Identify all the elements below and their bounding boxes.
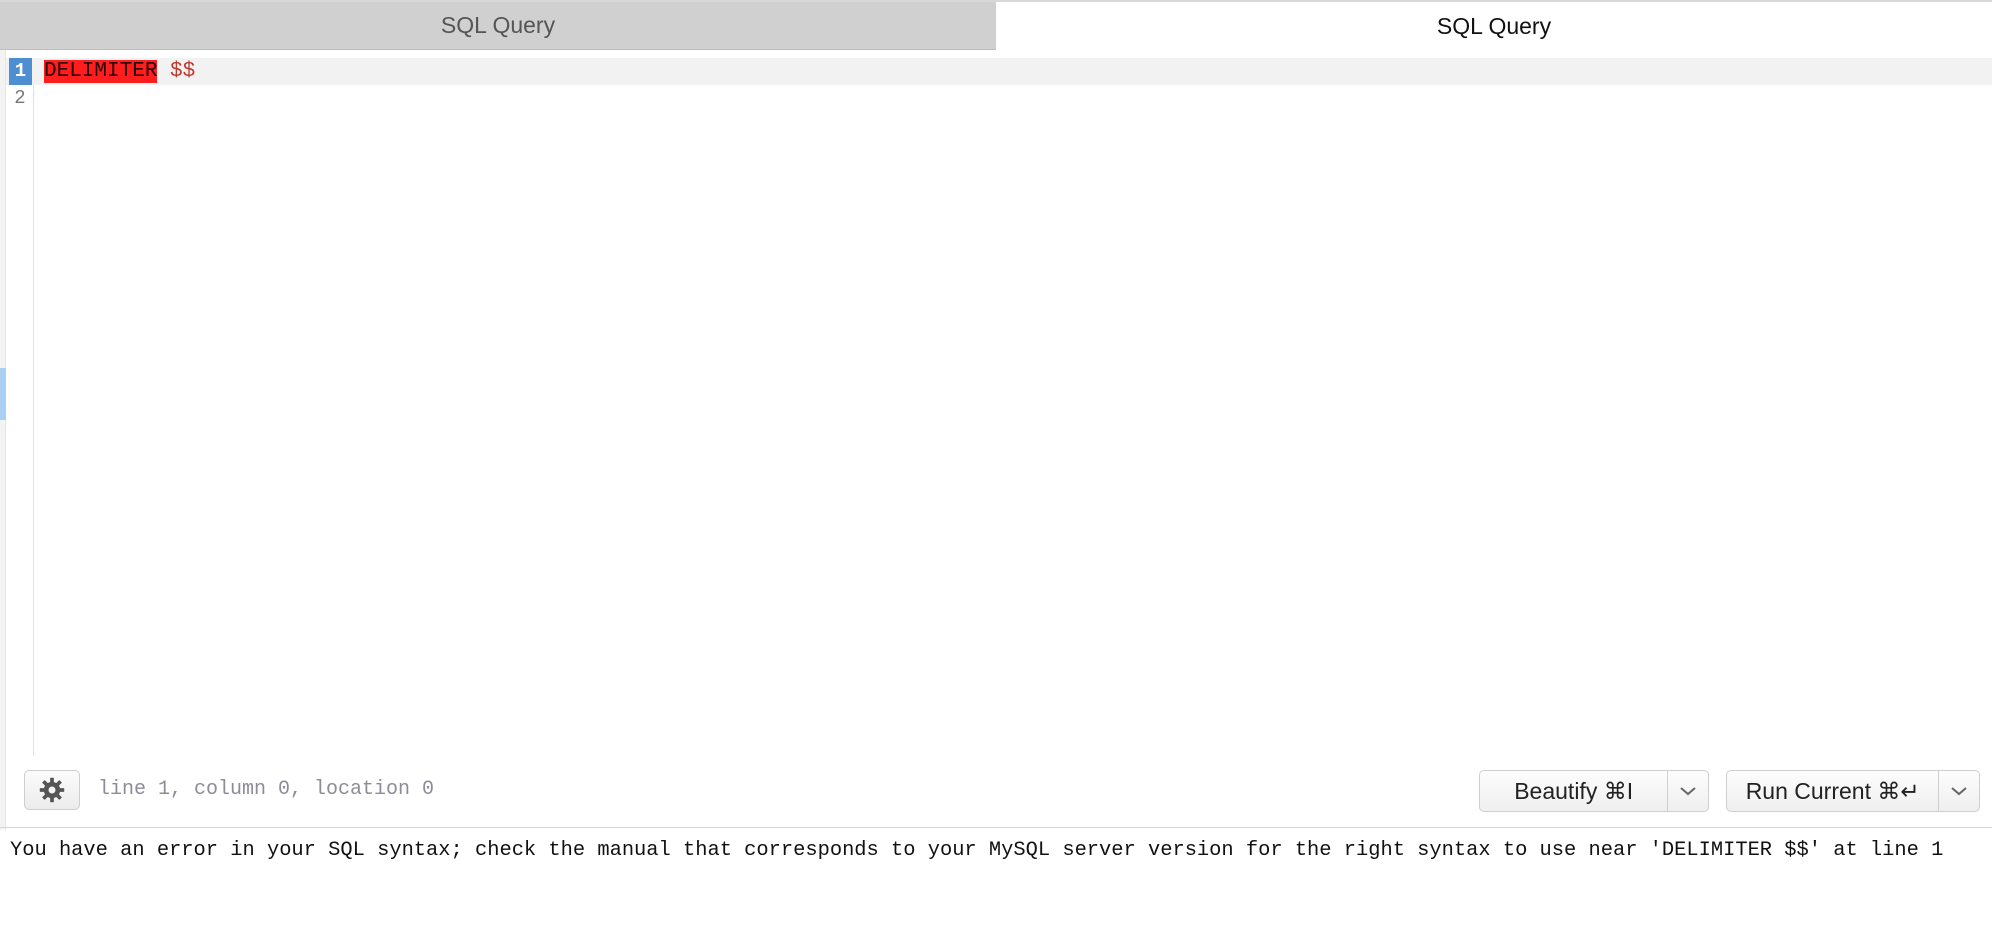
run-current-button[interactable]: Run Current ⌘↵ <box>1727 771 1940 811</box>
gear-icon <box>39 777 65 803</box>
editor-toolbar: line 1, column 0, location 0 Beautify ⌘I… <box>0 756 1992 828</box>
run-current-split-button: Run Current ⌘↵ <box>1726 770 1980 812</box>
beautify-button[interactable]: Beautify ⌘I <box>1480 771 1669 811</box>
run-dropdown-button[interactable] <box>1939 771 1979 811</box>
line-number-1: 1 <box>9 58 32 85</box>
token-delimiter-error: DELIMITER <box>44 60 158 83</box>
beautify-dropdown-button[interactable] <box>1668 771 1708 811</box>
error-message: You have an error in your SQL syntax; ch… <box>10 839 1944 862</box>
code-line-1[interactable]: DELIMITER $$ <box>44 58 195 85</box>
settings-button[interactable] <box>24 770 80 810</box>
line-number-gutter <box>6 58 34 756</box>
tab-bar: SQL Query SQL Query <box>0 0 1992 50</box>
beautify-split-button: Beautify ⌘I <box>1479 770 1709 812</box>
editor-line-1[interactable]: 1 DELIMITER $$ <box>6 58 1992 85</box>
chevron-down-icon <box>1951 787 1967 796</box>
tab-sql-query-2[interactable]: SQL Query <box>996 2 1992 50</box>
editor-line-2[interactable]: 2 <box>6 85 1992 112</box>
sql-editor[interactable]: 1 DELIMITER $$ 2 <box>6 50 1992 756</box>
cursor-status: line 1, column 0, location 0 <box>98 778 435 801</box>
line-number-2: 2 <box>14 87 26 109</box>
tab-sql-query-1[interactable]: SQL Query <box>0 2 996 50</box>
chevron-down-icon <box>1680 787 1696 796</box>
token-delimiter-value: $$ <box>170 60 196 83</box>
